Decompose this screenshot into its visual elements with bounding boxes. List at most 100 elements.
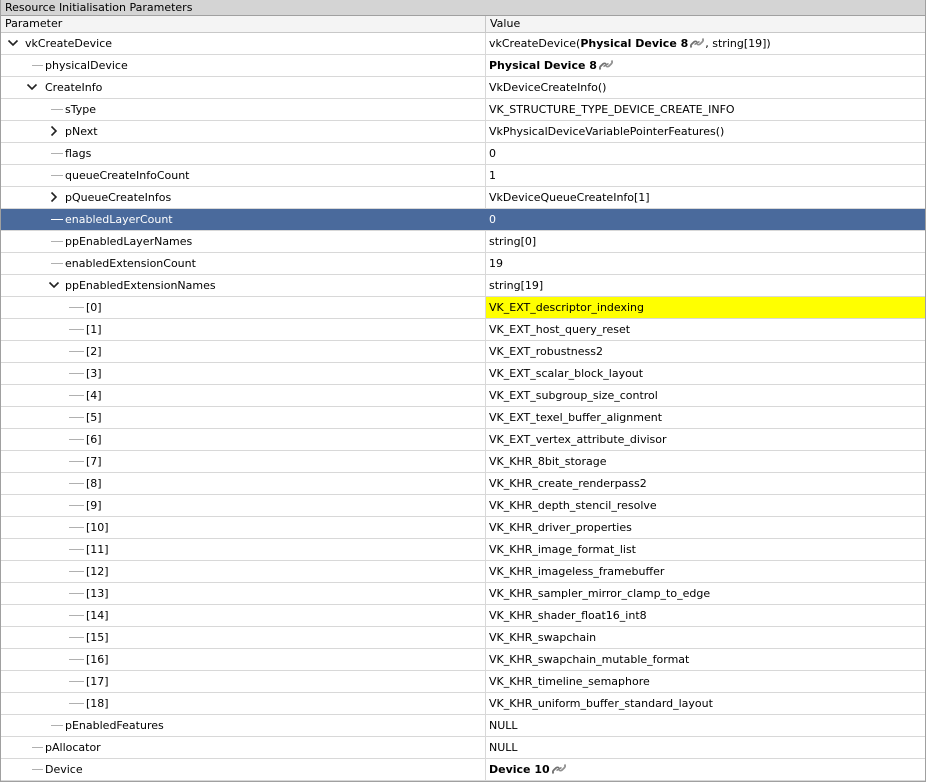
tree-row-flags[interactable]: flags 0 [1,143,925,165]
link-icon[interactable] [551,762,567,776]
parameter-cell: [5] [1,407,486,428]
value-column-header[interactable]: Value [486,16,925,32]
parameter-name: physicalDevice [45,59,128,72]
tree-row-ext-0[interactable]: [0] VK_EXT_descriptor_indexing [1,297,925,319]
chevron-right-icon[interactable] [48,125,60,137]
tree-row-ext-17[interactable]: [17] VK_KHR_timeline_semaphore [1,671,925,693]
value-cell: VK_EXT_subgroup_size_control [486,385,925,406]
tree-row-ext-10[interactable]: [10] VK_KHR_driver_properties [1,517,925,539]
value-text: 1 [489,169,496,182]
tree-row-vkCreateDevice[interactable]: vkCreateDevice vkCreateDevice(Physical De… [1,33,925,55]
tree-row-ext-1[interactable]: [1] VK_EXT_host_query_reset [1,319,925,341]
value-text: VkDeviceQueueCreateInfo[1] [489,191,650,204]
tree-connector [69,505,84,506]
chevron-down-icon[interactable] [26,81,38,93]
parameter-cell: [15] [1,627,486,648]
tree-row-pNext[interactable]: pNext VkPhysicalDeviceVariablePointerFeat… [1,121,925,143]
tree-row-ext-13[interactable]: [13] VK_KHR_sampler_mirror_clamp_to_edge [1,583,925,605]
value-cell: VkPhysicalDeviceVariablePointerFeatures(… [486,121,925,142]
tree-row-ext-12[interactable]: [12] VK_KHR_imageless_framebuffer [1,561,925,583]
parameter-name: pEnabledFeatures [65,719,164,732]
parameter-column-header[interactable]: Parameter [1,16,486,32]
parameter-cell: [6] [1,429,486,450]
parameter-cell: [10] [1,517,486,538]
value-cell: Physical Device 8 [486,55,925,76]
value-text: VK_KHR_swapchain_mutable_format [489,653,690,666]
tree-connector [69,527,84,528]
parameter-cell: enabledLayerCount [1,209,486,230]
tree-row-pEnabledFeatures[interactable]: pEnabledFeatures NULL [1,715,925,737]
link-icon[interactable] [689,36,705,50]
value-cell: VK_KHR_depth_stencil_resolve [486,495,925,516]
tree-connector [51,175,63,176]
tree-connector [69,681,84,682]
panel-title: Resource Initialisation Parameters [1,0,925,16]
parameter-name: [17] [86,675,109,688]
value-text: VK_EXT_host_query_reset [489,323,631,336]
tree-row-ext-18[interactable]: [18] VK_KHR_uniform_buffer_standard_layou… [1,693,925,715]
tree-row-ext-3[interactable]: [3] VK_EXT_scalar_block_layout [1,363,925,385]
parameter-cell: [4] [1,385,486,406]
tree-row-pQueueCreateInfos[interactable]: pQueueCreateInfos VkDeviceQueueCreateInfo… [1,187,925,209]
parameter-cell: vkCreateDevice [1,33,486,54]
value-text: 19 [489,257,503,270]
tree-row-ext-7[interactable]: [7] VK_KHR_8bit_storage [1,451,925,473]
parameter-cell: [1] [1,319,486,340]
tree-row-CreateInfo[interactable]: CreateInfo VkDeviceCreateInfo() [1,77,925,99]
tree-row-sType[interactable]: sType VK_STRUCTURE_TYPE_DEVICE_CREATE_INF… [1,99,925,121]
tree-row-queueCreateInfoCount[interactable]: queueCreateInfoCount 1 [1,165,925,187]
tree-row-enabledLayerCount[interactable]: enabledLayerCount 0 [1,209,925,231]
parameter-name: [18] [86,697,109,710]
value-cell: string[0] [486,231,925,252]
tree-row-ext-8[interactable]: [8] VK_KHR_create_renderpass2 [1,473,925,495]
link-icon[interactable] [598,58,614,72]
parameter-name: pAllocator [45,741,101,754]
value-cell: Device 10 [486,759,925,780]
tree-connector [69,307,84,308]
value-text: VK_STRUCTURE_TYPE_DEVICE_CREATE_INFO [489,103,735,116]
resource-link[interactable]: Device 10 [489,763,550,776]
value-cell: NULL [486,715,925,736]
tree-row-ext-14[interactable]: [14] VK_KHR_shader_float16_int8 [1,605,925,627]
tree-row-physicalDevice[interactable]: physicalDevice Physical Device 8 [1,55,925,77]
tree-row-Device[interactable]: Device Device 10 [1,759,925,781]
value-text: 0 [489,147,496,160]
tree-row-ext-2[interactable]: [2] VK_EXT_robustness2 [1,341,925,363]
tree-connector [69,395,84,396]
parameter-cell: [2] [1,341,486,362]
parameter-cell: [16] [1,649,486,670]
tree-row-ext-11[interactable]: [11] VK_KHR_image_format_list [1,539,925,561]
resource-init-params-panel: Resource Initialisation Parameters Param… [0,0,926,782]
tree-connector [69,637,84,638]
value-cell: VK_STRUCTURE_TYPE_DEVICE_CREATE_INFO [486,99,925,120]
parameter-name: [4] [86,389,102,402]
chevron-down-icon[interactable] [7,37,19,49]
parameter-name: [10] [86,521,109,534]
tree-row-ext-6[interactable]: [6] VK_EXT_vertex_attribute_divisor [1,429,925,451]
parameter-cell: [3] [1,363,486,384]
tree-row-ext-4[interactable]: [4] VK_EXT_subgroup_size_control [1,385,925,407]
tree-connector [69,483,84,484]
tree-row-ext-15[interactable]: [15] VK_KHR_swapchain [1,627,925,649]
parameter-name: vkCreateDevice [25,37,113,50]
value-text: NULL [489,741,518,754]
parameter-cell: [11] [1,539,486,560]
resource-link[interactable]: Physical Device 8 [580,37,688,50]
parameter-name: [8] [86,477,102,490]
chevron-right-icon[interactable] [48,191,60,203]
value-text: VK_KHR_timeline_semaphore [489,675,650,688]
tree-row-enabledExtensionCount[interactable]: enabledExtensionCount 19 [1,253,925,275]
tree-row-ext-5[interactable]: [5] VK_EXT_texel_buffer_alignment [1,407,925,429]
tree-row-ppEnabledExtensionNames[interactable]: ppEnabledExtensionNames string[19] [1,275,925,297]
tree-row-ppEnabledLayerNames[interactable]: ppEnabledLayerNames string[0] [1,231,925,253]
value-cell: VK_EXT_host_query_reset [486,319,925,340]
chevron-down-icon[interactable] [48,279,60,291]
tree-connector [51,263,63,264]
tree-row-ext-16[interactable]: [16] VK_KHR_swapchain_mutable_format [1,649,925,671]
tree-row-pAllocator[interactable]: pAllocator NULL [1,737,925,759]
parameter-name: [9] [86,499,102,512]
resource-link[interactable]: Physical Device 8 [489,59,597,72]
parameter-name: Device [45,763,83,776]
value-cell: VK_KHR_timeline_semaphore [486,671,925,692]
tree-row-ext-9[interactable]: [9] VK_KHR_depth_stencil_resolve [1,495,925,517]
